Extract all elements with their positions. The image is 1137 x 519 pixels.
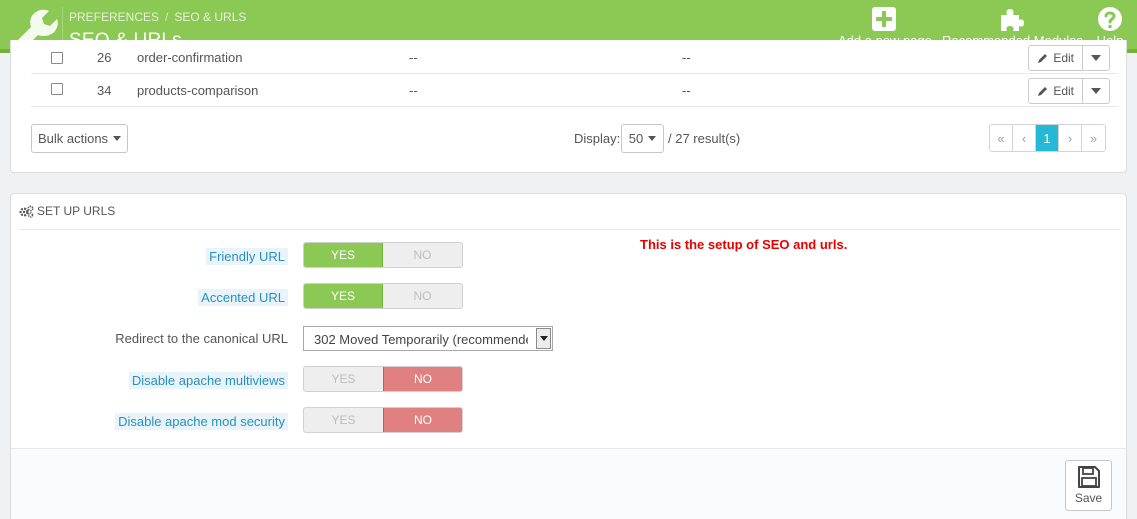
- plus-square-icon: [872, 7, 896, 31]
- setup-note: This is the setup of SEO and urls.: [640, 237, 848, 252]
- pagination-first[interactable]: «: [990, 125, 1013, 151]
- table-row[interactable]: 26 order-confirmation -- -- Edit: [31, 39, 1118, 74]
- friendly-url-yes[interactable]: YES: [304, 243, 383, 267]
- caret-down-icon: [648, 136, 657, 141]
- panel-footer: Save: [11, 448, 1126, 519]
- canonical-redirect-select[interactable]: 302 Moved Temporarily (recommended): [303, 326, 553, 351]
- breadcrumb-item-seo-urls[interactable]: SEO & URLS: [174, 10, 246, 24]
- bulk-actions-label: Bulk actions: [37, 131, 109, 146]
- select-arrow[interactable]: [536, 328, 551, 349]
- edit-label: Edit: [1053, 51, 1074, 65]
- cogs-icon: [19, 204, 34, 218]
- table-row[interactable]: 34 products-comparison -- -- Edit: [31, 73, 1118, 107]
- accented-url-yes[interactable]: YES: [304, 284, 383, 308]
- help-circle-icon: [1098, 7, 1122, 31]
- puzzle-icon: [1001, 9, 1024, 31]
- friendly-url-switch[interactable]: YES NO: [303, 242, 463, 268]
- edit-dropdown-toggle[interactable]: [1083, 79, 1109, 103]
- apache-mod-security-no[interactable]: NO: [383, 408, 462, 432]
- caret-down-icon: [1091, 55, 1101, 61]
- pagination: « ‹ 1 › »: [989, 124, 1106, 152]
- pagination-next[interactable]: ›: [1059, 125, 1082, 151]
- friendly-url-no[interactable]: NO: [383, 243, 462, 267]
- pencil-icon: [1038, 87, 1048, 96]
- pagination-last[interactable]: »: [1082, 125, 1105, 151]
- breadcrumb-item-preferences[interactable]: PREFERENCES: [69, 10, 159, 24]
- accented-url-switch[interactable]: YES NO: [303, 283, 463, 309]
- heading-divider: [19, 229, 1120, 230]
- display-label: Display:: [574, 131, 621, 146]
- row-id: 26: [97, 50, 112, 65]
- row-checkbox[interactable]: [51, 52, 63, 64]
- apache-mod-security-label[interactable]: Disable apache mod security: [115, 413, 288, 430]
- save-button[interactable]: Save: [1065, 460, 1112, 511]
- apache-multiviews-label[interactable]: Disable apache multiviews: [128, 372, 288, 389]
- canonical-redirect-value: 302 Moved Temporarily (recommended): [314, 332, 528, 347]
- display-count-dropdown[interactable]: 50: [621, 124, 664, 153]
- row-page: order-confirmation: [137, 50, 243, 65]
- caret-down-icon: [539, 336, 548, 341]
- row-id: 34: [97, 83, 112, 98]
- pagination-prev[interactable]: ‹: [1013, 125, 1036, 151]
- accented-url-no[interactable]: NO: [383, 284, 462, 308]
- caret-down-icon: [113, 136, 122, 141]
- caret-down-icon: [1091, 88, 1101, 94]
- edit-button[interactable]: Edit: [1029, 46, 1083, 70]
- bulk-actions-button[interactable]: Bulk actions: [31, 124, 128, 153]
- save-label: Save: [1074, 491, 1103, 505]
- apache-mod-security-switch[interactable]: YES NO: [303, 407, 463, 433]
- row-url: --: [682, 50, 691, 65]
- edit-label: Edit: [1053, 84, 1074, 98]
- row-page: products-comparison: [137, 83, 259, 98]
- panel-heading-text: SET UP URLS: [37, 204, 116, 218]
- breadcrumb: PREFERENCES / SEO & URLS: [69, 10, 246, 24]
- pencil-icon: [1038, 54, 1048, 63]
- canonical-redirect-label: Redirect to the canonical URL: [115, 331, 288, 346]
- panel-heading: SET UP URLS: [19, 204, 115, 218]
- accented-url-label[interactable]: Accented URL: [198, 289, 288, 306]
- apache-mod-security-yes[interactable]: YES: [304, 408, 383, 432]
- results-count: / 27 result(s): [668, 131, 741, 146]
- pages-list-panel: 26 order-confirmation -- -- Edit 34 prod…: [10, 40, 1127, 173]
- row-checkbox[interactable]: [51, 83, 63, 95]
- row-title: --: [409, 83, 418, 98]
- row-edit-group: Edit: [1028, 45, 1110, 71]
- apache-multiviews-yes[interactable]: YES: [304, 367, 383, 391]
- floppy-disk-icon: [1077, 466, 1100, 488]
- breadcrumb-separator: /: [165, 10, 169, 24]
- pagination-current-page[interactable]: 1: [1036, 125, 1059, 151]
- apache-multiviews-no[interactable]: NO: [383, 367, 462, 391]
- friendly-url-label[interactable]: Friendly URL: [206, 248, 288, 265]
- row-edit-group: Edit: [1028, 78, 1110, 104]
- edit-dropdown-toggle[interactable]: [1083, 46, 1109, 70]
- row-url: --: [682, 83, 691, 98]
- display-count-value: 50: [628, 131, 644, 146]
- row-title: --: [409, 50, 418, 65]
- setup-urls-panel: SET UP URLS This is the setup of SEO and…: [10, 193, 1127, 519]
- apache-multiviews-switch[interactable]: YES NO: [303, 366, 463, 392]
- edit-button[interactable]: Edit: [1029, 79, 1083, 103]
